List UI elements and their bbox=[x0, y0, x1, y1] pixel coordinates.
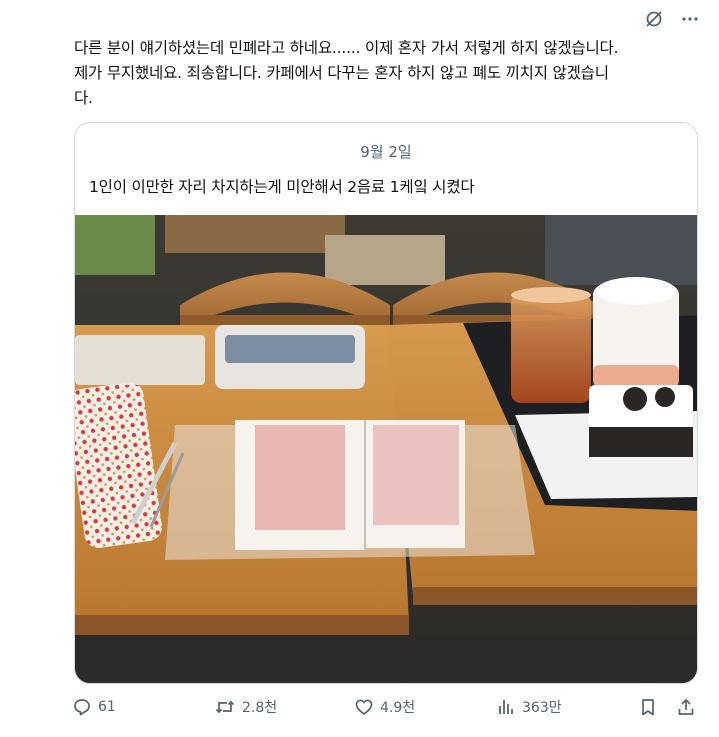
repost-icon bbox=[215, 700, 235, 714]
cafe-table-photo[interactable] bbox=[75, 215, 698, 684]
repost-count: 2.8천 bbox=[242, 700, 278, 716]
post-header-actions bbox=[643, 8, 701, 30]
reply-button[interactable]: 61 bbox=[72, 697, 116, 717]
share-icon bbox=[678, 698, 694, 715]
reply-icon bbox=[74, 699, 90, 716]
like-icon bbox=[355, 699, 373, 715]
post-text-line: 다. bbox=[74, 89, 93, 107]
views-count: 363만 bbox=[522, 700, 562, 716]
bookmark-icon bbox=[642, 699, 654, 716]
bookmark-button[interactable] bbox=[638, 697, 658, 717]
quoted-post-text: 1인이 이만한 자리 차지하는게 미안해서 2음료 1케잌 시켰다 bbox=[89, 178, 475, 196]
more-icon[interactable] bbox=[679, 8, 701, 30]
views-button[interactable]: 363만 bbox=[496, 697, 562, 717]
post-action-bar: 61 2.8천 4.9천 363만 bbox=[72, 697, 700, 723]
quoted-post-date: 9월 2일 bbox=[360, 143, 412, 161]
post-text-line: 다른 분이 얘기하셨는데 민폐라고 하네요...... 이제 혼자 가서 저렇게… bbox=[74, 39, 619, 57]
reply-count: 61 bbox=[98, 699, 116, 715]
views-icon bbox=[499, 700, 513, 714]
like-count: 4.9천 bbox=[380, 700, 416, 716]
like-button[interactable]: 4.9천 bbox=[354, 697, 415, 717]
post-text-line: 제가 무지했네요. 죄송합니다. 카페에서 다꾸는 혼자 하지 않고 폐도 끼치… bbox=[74, 64, 609, 82]
quoted-post[interactable]: 9월 2일 1인이 이만한 자리 차지하는게 미안해서 2음료 1케잌 시켰다 bbox=[74, 122, 698, 684]
post-text: 다른 분이 얘기하셨는데 민폐라고 하네요...... 이제 혼자 가서 저렇게… bbox=[74, 36, 704, 111]
repost-button[interactable]: 2.8천 bbox=[214, 697, 277, 717]
grok-icon[interactable] bbox=[643, 8, 665, 30]
share-button[interactable] bbox=[676, 697, 696, 717]
